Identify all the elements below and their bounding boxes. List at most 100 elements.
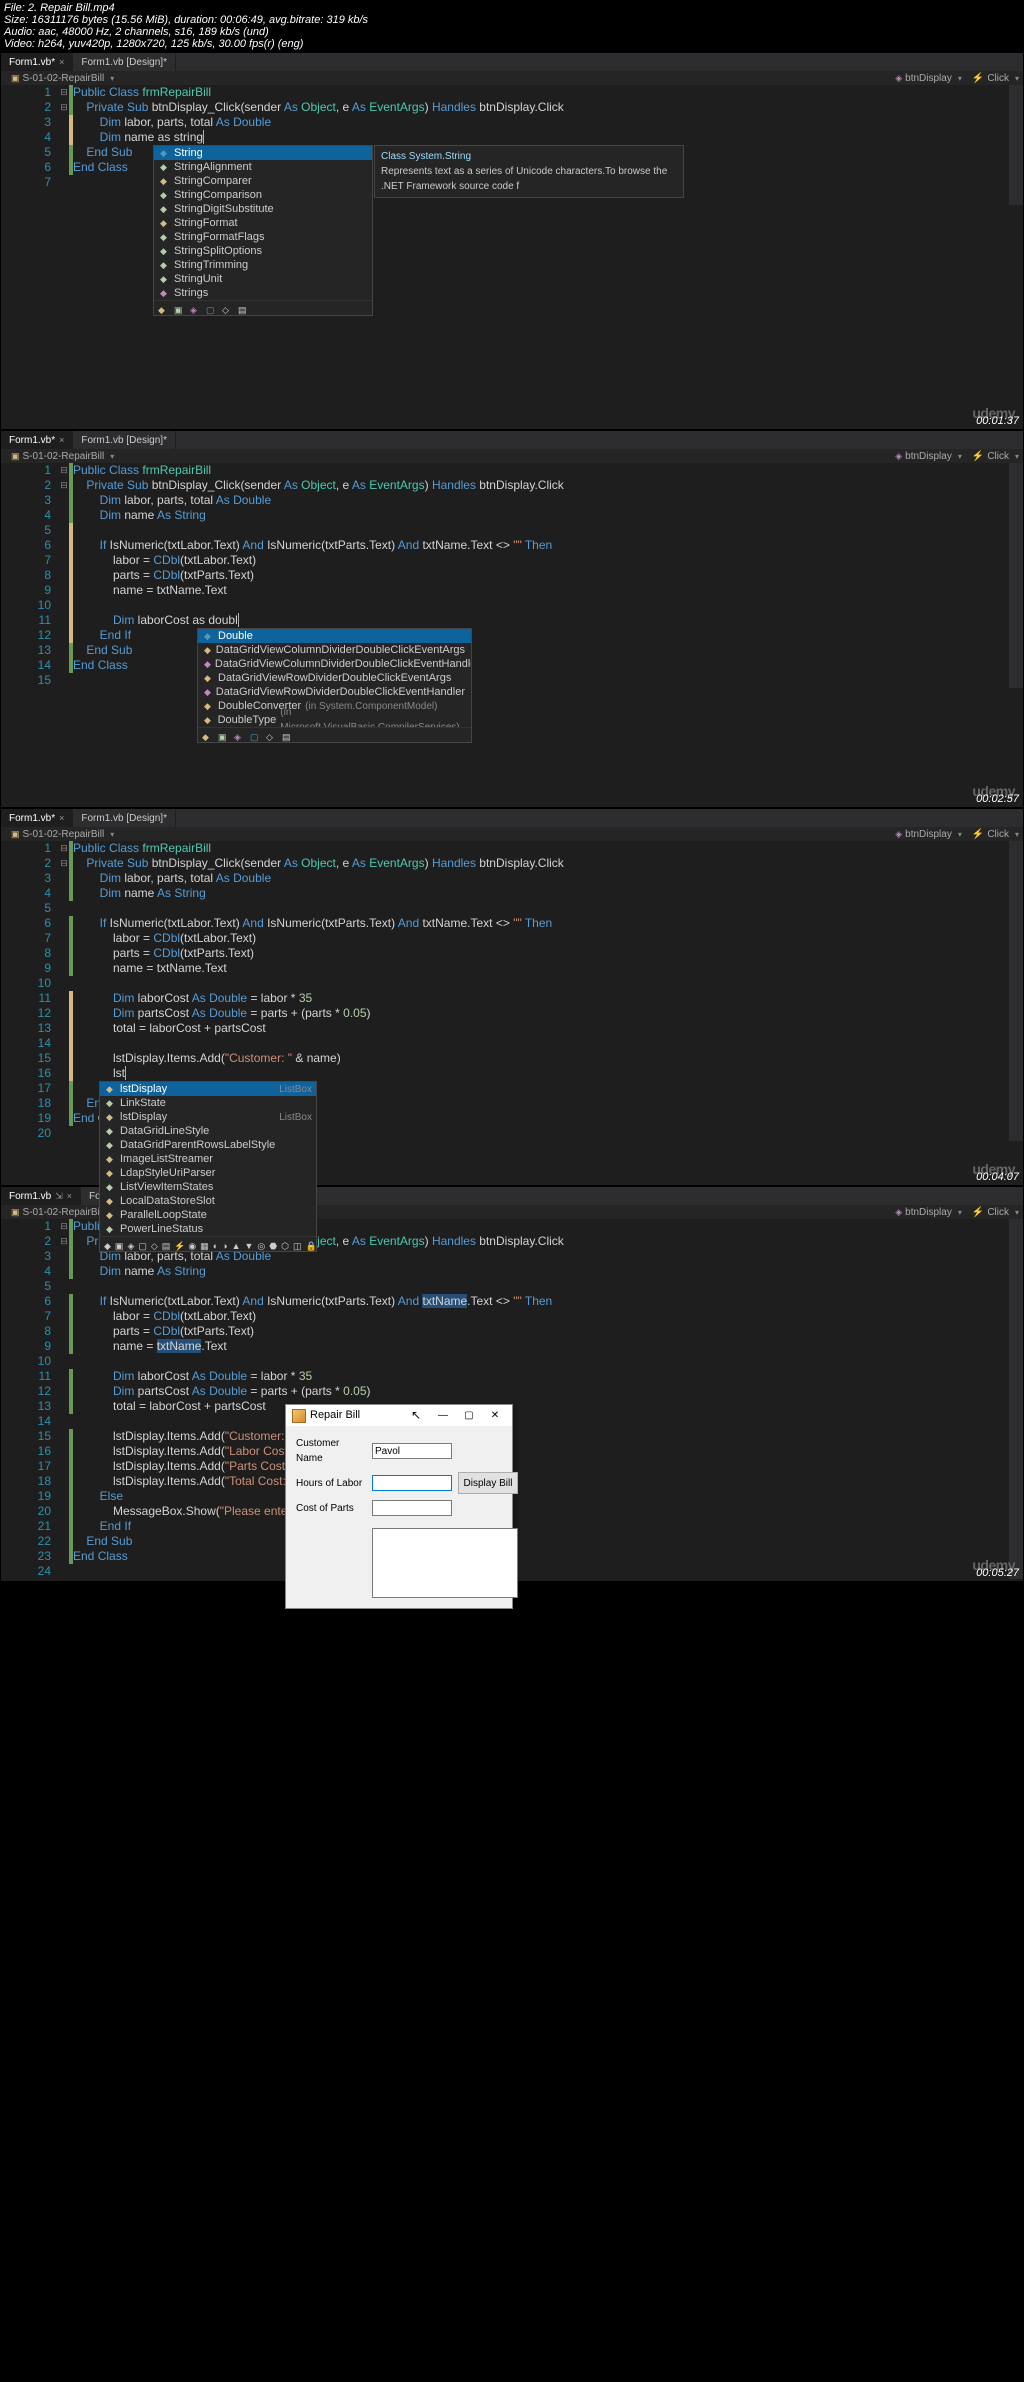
repair-bill-window[interactable]: Repair Bill — ▢ ✕ Customer Name Hours of… xyxy=(285,1404,513,1609)
intellisense-item[interactable]: ◆LdapStyleUriParser xyxy=(100,1166,316,1180)
intellisense-item[interactable]: ◆StringAlignment xyxy=(154,160,372,174)
tab-form1-design[interactable]: Form1.vb [Design]* xyxy=(73,431,176,449)
intellisense-item[interactable]: ◆StringSplitOptions xyxy=(154,244,372,258)
tab-form1-vb[interactable]: Form1.vb*× xyxy=(1,53,73,71)
intellisense-item[interactable]: ◆lstDisplayListBox xyxy=(100,1110,316,1124)
code-editor[interactable]: 123456789101112131415 ⊟⊟ Public Class fr… xyxy=(1,463,1023,688)
tab-form1-vb[interactable]: Form1.vb*× xyxy=(1,431,73,449)
intellisense-tooltip: Class System.String Represents text as a… xyxy=(374,145,684,198)
customer-name-label: Customer Name xyxy=(296,1436,366,1466)
intellisense-item[interactable]: ◆ParallelLoopState xyxy=(100,1208,316,1222)
frame-1: Form1.vb*× Form1.vb [Design]* ▣S-01-02-R… xyxy=(0,52,1024,430)
app-icon xyxy=(292,1409,306,1423)
dialog-title: Repair Bill xyxy=(310,1408,360,1423)
hours-label: Hours of Labor xyxy=(296,1476,366,1491)
frame-2: Form1.vb*× Form1.vb [Design]* ▣S-01-02-R… xyxy=(0,430,1024,808)
tab-form1-vb[interactable]: Form1.vb⇲× xyxy=(1,1187,81,1205)
intellisense-item[interactable]: ◆StringFormatFlags xyxy=(154,230,372,244)
breadcrumb-event[interactable]: ⚡Click xyxy=(966,451,1015,462)
tab-form1-design[interactable]: Form1.vb [Design]* xyxy=(73,53,176,71)
file-audio-line: Audio: aac, 48000 Hz, 2 channels, s16, 1… xyxy=(4,26,1020,38)
intellisense-item[interactable]: ◆DoubleType (in Microsoft.VisualBasic.Co… xyxy=(198,713,471,727)
file-metadata: File: 2. Repair Bill.mp4 Size: 16311176 … xyxy=(0,0,1024,52)
code-editor[interactable]: 123456789101112131415161718192021222324 … xyxy=(1,1219,1023,1579)
parts-input[interactable] xyxy=(372,1500,452,1516)
intellisense-item[interactable]: ◆DataGridViewColumnDividerDoubleClickEve… xyxy=(198,643,471,657)
intellisense-item[interactable]: ◆lstDisplayListBox xyxy=(100,1082,316,1096)
intellisense-popup[interactable]: ◆String◆StringAlignment◆StringComparer◆S… xyxy=(153,145,373,316)
event-icon: ⚡ xyxy=(972,73,984,84)
close-icon[interactable]: × xyxy=(59,813,64,823)
breadcrumb-project[interactable]: ▣S-01-02-RepairBill xyxy=(5,1207,110,1218)
intellisense-item[interactable]: ◆DataGridLineStyle xyxy=(100,1124,316,1138)
code-editor[interactable]: 1234567 ⊟⊟ Public Class frmRepairBill Pr… xyxy=(1,85,1023,205)
intellisense-filter-toolbar[interactable]: ◆▣◈▢◇▤⚡◉▦◐◑▲▼◎⬣⬡◫🔒 xyxy=(100,1236,316,1251)
breadcrumb-project[interactable]: ▣S-01-02-RepairBill xyxy=(5,829,110,840)
intellisense-item[interactable]: ◆DataGridViewColumnDividerDoubleClickEve… xyxy=(198,657,471,671)
breadcrumb-project[interactable]: ▣S-01-02-RepairBill xyxy=(5,73,110,84)
display-bill-button[interactable]: Display Bill xyxy=(458,1472,518,1494)
breadcrumb-member[interactable]: ◈btnDisplay xyxy=(889,73,958,84)
intellisense-item[interactable]: ◆LocalDataStoreSlot xyxy=(100,1194,316,1208)
intellisense-item[interactable]: ◆ListViewItemStates xyxy=(100,1180,316,1194)
vertical-scrollbar[interactable] xyxy=(1009,1219,1023,1579)
intellisense-popup[interactable]: ◆Double◆DataGridViewColumnDividerDoubleC… xyxy=(197,628,472,743)
maximize-button[interactable]: ▢ xyxy=(458,1408,480,1423)
intellisense-item[interactable]: ◆DataGridViewRowDividerDoubleClickEventA… xyxy=(198,671,471,685)
output-listbox[interactable] xyxy=(372,1528,518,1598)
intellisense-item[interactable]: ◆Double xyxy=(198,629,471,643)
close-icon[interactable]: × xyxy=(67,1191,72,1201)
close-icon[interactable]: × xyxy=(59,57,64,67)
intellisense-item[interactable]: ◆Strings xyxy=(154,286,372,300)
intellisense-item[interactable]: ◆StringComparison xyxy=(154,188,372,202)
intellisense-item[interactable]: ◆PowerLineStatus xyxy=(100,1222,316,1236)
video-timestamp: 00:04:07 xyxy=(976,1171,1019,1183)
intellisense-item[interactable]: ◆LinkState xyxy=(100,1096,316,1110)
intellisense-item[interactable]: ◆StringUnit xyxy=(154,272,372,286)
intellisense-item[interactable]: ◆DataGridViewRowDividerDoubleClickEventH… xyxy=(198,685,471,699)
frame-3: Form1.vb*× Form1.vb [Design]* ▣S-01-02-R… xyxy=(0,808,1024,1186)
intellisense-item[interactable]: ◆StringComparer xyxy=(154,174,372,188)
field-icon: ◈ xyxy=(895,73,902,84)
intellisense-filter-toolbar[interactable]: ◆▣◈▢◇▤ xyxy=(198,727,471,742)
intellisense-popup[interactable]: ◆lstDisplayListBox◆LinkState◆lstDisplayL… xyxy=(99,1081,317,1252)
intellisense-item[interactable]: ◆DataGridParentRowsLabelStyle xyxy=(100,1138,316,1152)
intellisense-item[interactable]: ◆StringTrimming xyxy=(154,258,372,272)
vb-project-icon: ▣ xyxy=(11,73,20,84)
file-video-line: Video: h264, yuv420p, 1280x720, 125 kb/s… xyxy=(4,38,1020,50)
close-icon[interactable]: × xyxy=(59,435,64,445)
hours-input[interactable] xyxy=(372,1475,452,1491)
line-numbers: 1234567 xyxy=(1,85,59,205)
breadcrumb-member[interactable]: ◈btnDisplay xyxy=(889,829,958,840)
breadcrumb-member[interactable]: ◈btnDisplay xyxy=(889,451,958,462)
breadcrumb-member[interactable]: ◈btnDisplay xyxy=(889,1207,958,1218)
breadcrumb-bar: ▣S-01-02-RepairBill ▾ ◈btnDisplay▾ ⚡Clic… xyxy=(1,71,1023,85)
intellisense-item[interactable]: ◆StringDigitSubstitute xyxy=(154,202,372,216)
video-timestamp: 00:02:57 xyxy=(976,793,1019,805)
vertical-scrollbar[interactable] xyxy=(1009,841,1023,1141)
editor-tabs: Form1.vb*× Form1.vb [Design]* xyxy=(1,53,1023,71)
minimize-button[interactable]: — xyxy=(432,1408,454,1423)
intellisense-item[interactable]: ◆ImageListStreamer xyxy=(100,1152,316,1166)
file-size-line: Size: 16311176 bytes (15.56 MiB), durati… xyxy=(4,14,1020,26)
breadcrumb-event[interactable]: ⚡Click xyxy=(966,1207,1015,1218)
breadcrumb-project[interactable]: ▣S-01-02-RepairBill xyxy=(5,451,110,462)
breadcrumb-event[interactable]: ⚡Click xyxy=(966,829,1015,840)
parts-label: Cost of Parts xyxy=(296,1501,366,1516)
close-button[interactable]: ✕ xyxy=(484,1408,506,1423)
dialog-titlebar[interactable]: Repair Bill — ▢ ✕ xyxy=(286,1405,512,1426)
intellisense-item[interactable]: ◆String xyxy=(154,146,372,160)
pin-icon[interactable]: ⇲ xyxy=(55,1191,63,1202)
customer-name-input[interactable] xyxy=(372,1443,452,1459)
vertical-scrollbar[interactable] xyxy=(1009,463,1023,688)
vertical-scrollbar[interactable] xyxy=(1009,85,1023,205)
breadcrumb-event[interactable]: ⚡Click xyxy=(966,73,1015,84)
dropdown-icon[interactable]: ▾ xyxy=(110,74,114,83)
tab-form1-design[interactable]: Form1.vb [Design]* xyxy=(73,809,176,827)
code-editor[interactable]: 1234567891011121314151617181920 ⊟⊟ Publi… xyxy=(1,841,1023,1141)
file-name-line: File: 2. Repair Bill.mp4 xyxy=(4,2,1020,14)
tab-form1-vb[interactable]: Form1.vb*× xyxy=(1,809,73,827)
video-timestamp: 00:01:37 xyxy=(976,415,1019,427)
intellisense-item[interactable]: ◆StringFormat xyxy=(154,216,372,230)
intellisense-filter-toolbar[interactable]: ◆▣◈▢◇▤ xyxy=(154,300,372,315)
